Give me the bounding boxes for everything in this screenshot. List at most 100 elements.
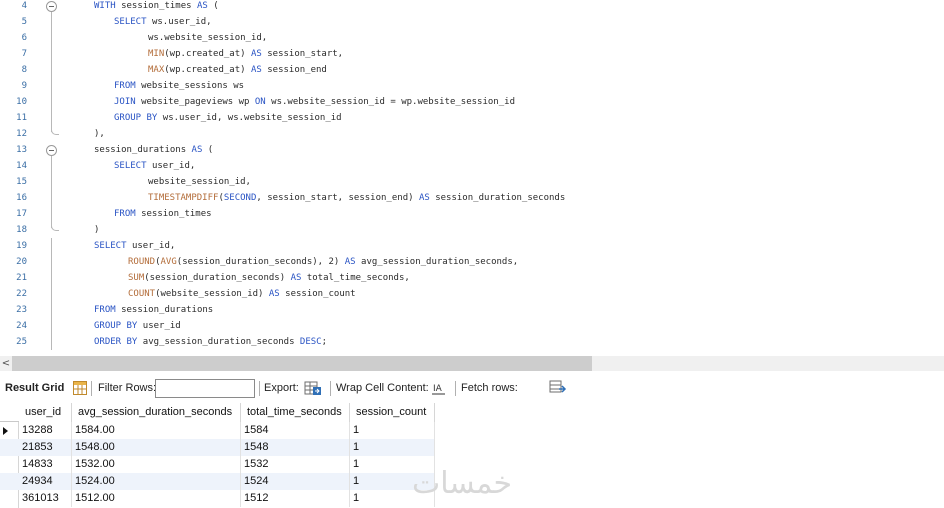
- sql-text: (wp.created_at): [164, 49, 251, 59]
- code-text: SELECT ws.user_id,: [114, 14, 212, 30]
- current-row-arrow-icon: [3, 427, 8, 435]
- line-number: 11: [16, 113, 27, 123]
- table-cell[interactable]: 1524.00: [72, 473, 241, 490]
- code-line[interactable]: 22 COUNT(website_session_id) AS session_c…: [0, 286, 944, 302]
- table-cell[interactable]: 1584: [241, 422, 350, 439]
- code-line[interactable]: 16 TIMESTAMPDIFF(SECOND, session_start, s…: [0, 190, 944, 206]
- result-grid-tab[interactable]: Result Grid: [5, 375, 64, 401]
- code-line[interactable]: 7 MIN(wp.created_at) AS session_start,: [0, 46, 944, 62]
- fold-collapse-icon[interactable]: [46, 145, 57, 156]
- code-line[interactable]: 25 ORDER BY avg_session_duration_seconds …: [0, 334, 944, 350]
- line-number: 15: [16, 177, 27, 187]
- code-line[interactable]: 15 website_session_id,: [0, 174, 944, 190]
- sql-text: session_count: [279, 289, 356, 299]
- sql-keyword: SELECT: [114, 161, 152, 171]
- editor-horizontal-scrollbar[interactable]: <: [0, 356, 944, 371]
- line-number: 13: [16, 145, 27, 155]
- table-cell[interactable]: 1512.00: [72, 490, 241, 507]
- line-number: 21: [16, 273, 27, 283]
- column-header-user-id[interactable]: user_id: [19, 403, 72, 422]
- code-line[interactable]: 12),: [0, 126, 944, 142]
- code-line[interactable]: 24 GROUP BY user_id: [0, 318, 944, 334]
- export-icon[interactable]: [304, 379, 322, 397]
- code-line[interactable]: 18): [0, 222, 944, 238]
- column-header-session-count[interactable]: session_count: [350, 403, 435, 422]
- scrollbar-thumb[interactable]: [12, 356, 592, 371]
- code-text: GROUP BY ws.user_id, ws.website_session_…: [114, 110, 342, 126]
- code-line[interactable]: 11 GROUP BY ws.user_id, ws.website_sessio…: [0, 110, 944, 126]
- table-cell[interactable]: 1548.00: [72, 439, 241, 456]
- code-line[interactable]: 23 FROM session_durations: [0, 302, 944, 318]
- table-row[interactable]: 14833 1532.00 1532 1: [0, 456, 435, 473]
- sql-text: , session_start, session_end): [256, 193, 419, 203]
- code-text: FROM website_sessions ws: [114, 78, 244, 94]
- table-cell[interactable]: 1524: [241, 473, 350, 490]
- table-cell[interactable]: 1532: [241, 456, 350, 473]
- table-cell[interactable]: 24934: [19, 473, 72, 490]
- sql-text: website_pageviews wp: [141, 97, 255, 107]
- code-line[interactable]: 17 FROM session_times: [0, 206, 944, 222]
- line-number: 17: [16, 209, 27, 219]
- code-line[interactable]: 13 session_durations AS (: [0, 142, 944, 158]
- sql-keyword: ON: [254, 97, 266, 107]
- line-number: 12: [16, 129, 27, 139]
- sql-editor[interactable]: 4 WITH session_times AS (5 SELECT ws.user_…: [0, 0, 944, 356]
- table-row[interactable]: 24934 1524.00 1524 1: [0, 473, 435, 490]
- sql-text: (wp.created_at): [164, 65, 251, 75]
- sql-text: (: [202, 145, 214, 155]
- sql-function: TIMESTAMPDIFF: [148, 193, 219, 203]
- table-cell[interactable]: 13288: [19, 422, 72, 439]
- code-line[interactable]: 5 SELECT ws.user_id,: [0, 14, 944, 30]
- table-cell[interactable]: 1512: [241, 490, 350, 507]
- table-cell[interactable]: 14833: [19, 456, 72, 473]
- code-line[interactable]: 19 SELECT user_id,: [0, 238, 944, 254]
- table-cell[interactable]: 1532.00: [72, 456, 241, 473]
- code-text: ),: [94, 126, 105, 142]
- table-row[interactable]: 13288 1584.00 1584 1: [0, 422, 435, 439]
- wrap-text-icon[interactable]: IA: [432, 382, 446, 395]
- line-number: 22: [16, 289, 27, 299]
- sql-text: session_duration_seconds: [429, 193, 566, 203]
- code-line[interactable]: 9 FROM website_sessions ws: [0, 78, 944, 94]
- sql-keyword: AS: [290, 273, 302, 283]
- sql-keyword: AS: [250, 65, 262, 75]
- column-header-avg-session-duration-seconds[interactable]: avg_session_duration_seconds: [72, 403, 241, 422]
- code-text: GROUP BY user_id: [94, 318, 181, 334]
- table-row[interactable]: 361013 1512.00 1512 1: [0, 490, 435, 507]
- line-number: 18: [16, 225, 27, 235]
- fold-collapse-icon[interactable]: [46, 1, 57, 12]
- table-cell[interactable]: 361013: [19, 490, 72, 507]
- fetch-next-rows-icon[interactable]: [549, 380, 567, 395]
- svg-text:IA: IA: [433, 384, 443, 394]
- sql-text: user_id,: [131, 241, 176, 251]
- table-cell[interactable]: 1: [350, 422, 435, 439]
- column-header-total-time-seconds[interactable]: total_time_seconds: [241, 403, 350, 422]
- code-line[interactable]: 6 ws.website_session_id,: [0, 30, 944, 46]
- table-cell[interactable]: 1: [350, 439, 435, 456]
- export-label: Export:: [264, 382, 299, 394]
- code-text: WITH session_times AS (: [94, 0, 219, 14]
- scroll-left-arrow-icon[interactable]: <: [0, 356, 12, 371]
- table-row[interactable]: 21853 1548.00 1548 1: [0, 439, 435, 456]
- line-number: 19: [16, 241, 27, 251]
- filter-rows-input[interactable]: [155, 379, 255, 398]
- sql-function: MIN: [148, 49, 165, 59]
- sql-text: ws.website_session_id,: [148, 33, 268, 43]
- code-line[interactable]: 4 WITH session_times AS (: [0, 0, 944, 14]
- code-line[interactable]: 8 MAX(wp.created_at) AS session_end: [0, 62, 944, 78]
- table-cell[interactable]: 1584.00: [72, 422, 241, 439]
- line-number: 16: [16, 193, 27, 203]
- grid-view-icon[interactable]: [73, 381, 87, 395]
- code-text: session_durations AS (: [94, 142, 213, 158]
- code-line[interactable]: 20 ROUND(AVG(session_duration_seconds), 2…: [0, 254, 944, 270]
- code-line[interactable]: 21 SUM(session_duration_seconds) AS total…: [0, 270, 944, 286]
- sql-text: ;: [321, 337, 328, 347]
- fold-end-marker: [51, 129, 59, 135]
- fetch-rows-label: Fetch rows:: [461, 382, 518, 394]
- code-line[interactable]: 14 SELECT user_id,: [0, 158, 944, 174]
- grid-header: user_id avg_session_duration_seconds total…: [0, 403, 435, 422]
- table-cell[interactable]: 21853: [19, 439, 72, 456]
- code-line[interactable]: 10 JOIN website_pageviews wp ON ws.websit…: [0, 94, 944, 110]
- table-cell[interactable]: 1548: [241, 439, 350, 456]
- sql-text: ),: [94, 129, 105, 139]
